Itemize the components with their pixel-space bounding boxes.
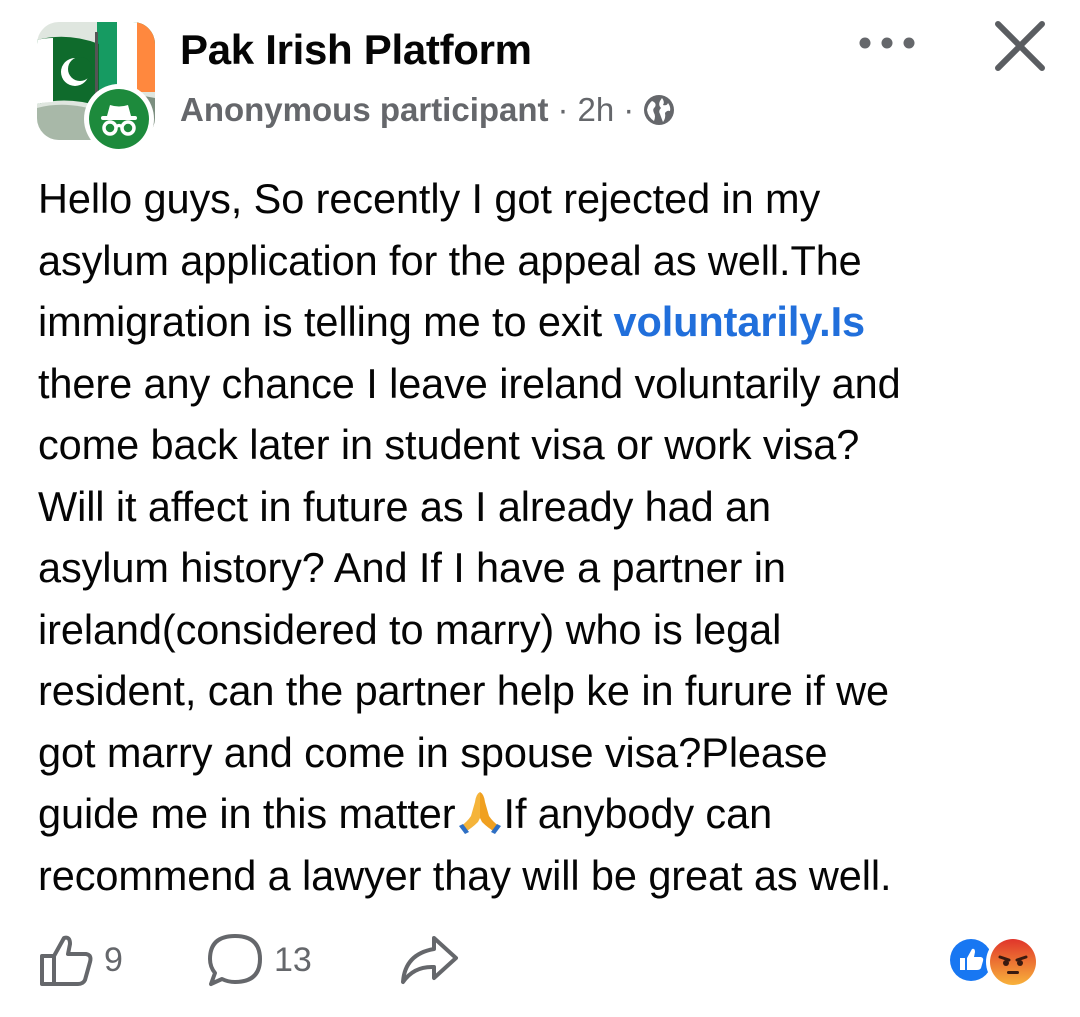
comment-count: 13 — [274, 940, 312, 979]
post-line: Hello guys, So recently I got rejected i… — [38, 175, 821, 222]
more-options-button[interactable] — [852, 20, 922, 66]
post-line: asylum history? And If I have a partner … — [38, 544, 786, 591]
globe-icon — [644, 95, 675, 125]
share-button[interactable] — [398, 925, 460, 995]
post-line: come back later in student visa or work … — [38, 421, 860, 468]
angry-reaction-icon — [990, 939, 1036, 985]
post-line: got marry and come in spouse visa?Please — [38, 728, 828, 776]
meta-separator: · — [557, 91, 569, 128]
post-line: resident, can the partner help ke in fur… — [38, 667, 889, 714]
post-time[interactable]: 2h — [578, 91, 615, 129]
more-dots-icon — [859, 37, 915, 49]
post-line: immigration is telling me to exit volunt… — [38, 291, 1048, 353]
post-line: there any chance I leave ireland volunta… — [38, 359, 901, 407]
post-header: Pak Irish Platform Anonymous participant… — [0, 0, 1080, 154]
reactions-summary[interactable] — [946, 935, 1046, 991]
folded-hands-emoji — [458, 792, 501, 834]
comment-bubble-icon — [208, 934, 262, 986]
post-line: asylum application for the appeal as wel… — [38, 236, 862, 284]
comment-button[interactable]: 13 — [206, 925, 312, 995]
close-button[interactable] — [988, 14, 1052, 78]
thumbs-up-icon — [40, 935, 93, 986]
post-text: Hello guys, So recently I got rejected i… — [38, 168, 1048, 906]
post-line: ireland(considered to marry) who is lega… — [38, 605, 782, 653]
post-line: recommend a lawyer thay will be great as… — [38, 851, 892, 899]
post-line: guide me in this matter If anybody can — [38, 783, 1048, 845]
hashtag-link[interactable]: voluntarily.Is — [614, 298, 866, 345]
like-button[interactable]: 9 — [38, 925, 123, 995]
post-line-text: guide me in this matter — [38, 790, 456, 837]
anonymous-incognito-icon — [101, 105, 137, 136]
anonymous-badge — [84, 84, 154, 154]
author-name[interactable]: Anonymous participant — [180, 91, 549, 129]
post-line-text: immigration is telling me to exit — [38, 298, 614, 345]
post-line: Will it affect in future as I already ha… — [38, 482, 771, 530]
like-count: 9 — [104, 940, 123, 979]
angry-reaction — [986, 935, 1040, 989]
post-actions-bar: 9 13 — [0, 925, 1080, 1005]
share-arrow-icon — [401, 936, 458, 984]
meta-separator: · — [623, 91, 635, 128]
post-meta: Anonymous participant · 2h · — [180, 88, 675, 132]
post-line-text: If anybody can — [503, 790, 773, 837]
close-icon — [995, 21, 1045, 71]
group-name[interactable]: Pak Irish Platform — [180, 26, 532, 74]
